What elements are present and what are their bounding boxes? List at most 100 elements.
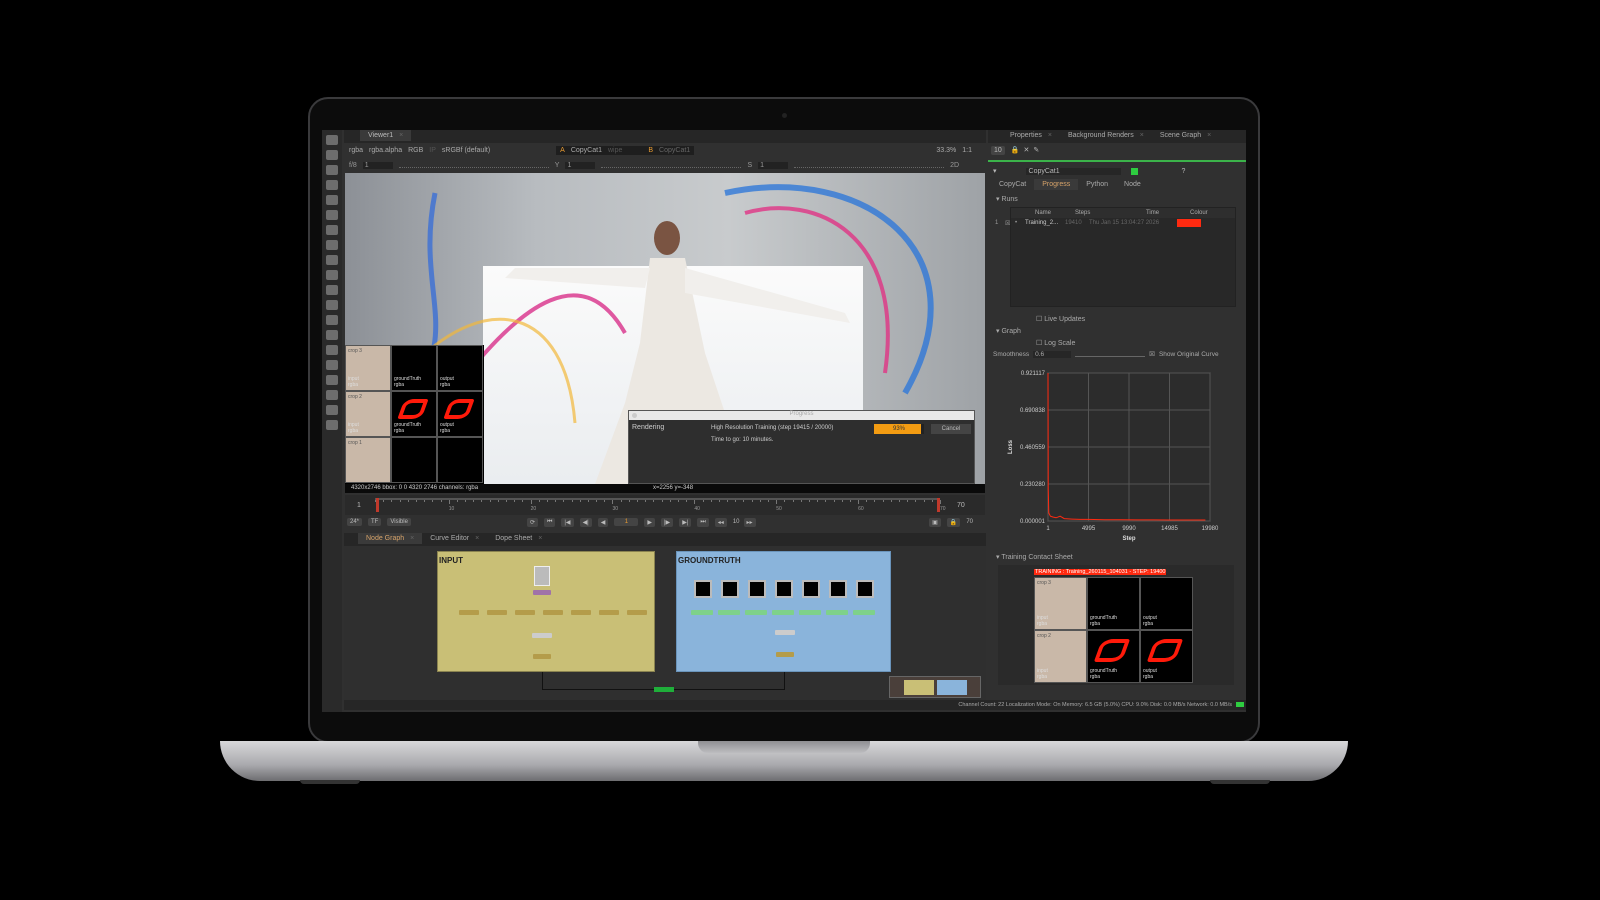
node[interactable]	[691, 610, 713, 615]
next-key-button[interactable]: ▶|	[679, 517, 692, 527]
node-graph-minimap[interactable]	[889, 676, 981, 698]
live-updates-checkbox[interactable]: ☐ Live Updates	[988, 307, 1246, 323]
box-tool-icon[interactable]	[326, 360, 338, 370]
brush-tool-icon[interactable]	[326, 345, 338, 355]
skip-forward-button[interactable]: ▸▸	[743, 517, 756, 527]
node[interactable]	[853, 610, 875, 615]
display-select[interactable]: RGB	[408, 147, 423, 154]
collapse-icon[interactable]: ▾	[993, 167, 997, 175]
clock-tool-icon[interactable]	[326, 165, 338, 175]
node[interactable]	[533, 654, 551, 659]
sat-field[interactable]: 1	[758, 161, 789, 169]
last-frame-button[interactable]: ⏭	[697, 517, 709, 527]
close-icon[interactable]: ×	[410, 535, 414, 542]
playhead[interactable]	[376, 498, 379, 512]
read-node[interactable]	[721, 580, 739, 598]
menu-tool-icon[interactable]	[326, 135, 338, 145]
node[interactable]	[745, 610, 767, 615]
step-field[interactable]: 10	[733, 519, 740, 525]
gamma-slider[interactable]	[601, 162, 742, 168]
col-name[interactable]: Name	[1035, 210, 1075, 216]
read-node[interactable]	[694, 580, 712, 598]
out-point-marker[interactable]	[937, 498, 940, 512]
smoothness-slider[interactable]	[1075, 352, 1146, 357]
tab-viewer1[interactable]: Viewer1 ×	[360, 130, 412, 141]
paint-tool-icon[interactable]	[326, 225, 338, 235]
prev-key-button[interactable]: |◀	[561, 517, 574, 527]
node[interactable]	[599, 610, 619, 615]
close-icon[interactable]: ×	[475, 535, 479, 542]
input-b-select[interactable]: CopyCat1	[659, 147, 690, 154]
tab-progress[interactable]: Progress	[1034, 179, 1079, 190]
lock-icon[interactable]: 🔒	[1011, 146, 1020, 154]
skip-back-button[interactable]: ◂◂	[714, 517, 727, 527]
sat-slider[interactable]	[794, 162, 945, 168]
gain-slider[interactable]	[398, 162, 549, 168]
move-tool-icon[interactable]	[326, 255, 338, 265]
alpha-select[interactable]: rgba.alpha	[369, 147, 402, 154]
tab-curve-editor[interactable]: Curve Editor ×	[422, 533, 487, 544]
tab-dope-sheet[interactable]: Dope Sheet ×	[487, 533, 550, 544]
first-frame-button[interactable]: ⏮	[543, 517, 556, 527]
fps-select[interactable]: 24*	[347, 518, 363, 526]
col-time[interactable]: Time	[1115, 210, 1190, 216]
backdrop-input[interactable]: INPUT	[437, 551, 655, 672]
visibility-icon[interactable]: •	[1015, 220, 1025, 226]
node[interactable]	[533, 590, 551, 595]
close-icon[interactable]: ×	[1048, 132, 1052, 139]
node-graph[interactable]: INPUT GROUNDTRUTH	[344, 546, 986, 700]
layers-tool-icon[interactable]	[326, 180, 338, 190]
tf-select[interactable]: TF	[368, 518, 382, 526]
close-dot[interactable]	[632, 413, 637, 418]
node[interactable]	[826, 610, 848, 615]
show-original-checkbox[interactable]: ☒	[1149, 350, 1155, 358]
pointer-tool-icon[interactable]	[326, 150, 338, 160]
wipe-select[interactable]: wipe	[608, 147, 622, 154]
close-icon[interactable]: ×	[399, 132, 403, 139]
tab-background-renders[interactable]: Background Renders ×	[1060, 130, 1152, 141]
node-color-button[interactable]	[1130, 167, 1138, 175]
cube-tool-icon[interactable]	[326, 270, 338, 280]
step-forward-button[interactable]: |▶	[661, 517, 674, 527]
node[interactable]	[718, 610, 740, 615]
node-name-field[interactable]: CopyCat1	[1025, 167, 1121, 175]
star-tool-icon[interactable]	[326, 390, 338, 400]
run-row[interactable]: 1 ☒ • Training_2... 19410 Thu Jan 15 13:…	[995, 218, 1235, 228]
merge-node[interactable]	[532, 633, 552, 638]
node-tool-icon[interactable]	[326, 405, 338, 415]
gear-tool-icon[interactable]	[326, 375, 338, 385]
smoothness-field[interactable]: 0.6	[1033, 350, 1072, 358]
zoom-select[interactable]: 33.3%	[936, 147, 956, 154]
ratio-select[interactable]: 1:1	[962, 147, 972, 154]
read-node[interactable]	[748, 580, 766, 598]
circle-tool-icon[interactable]	[326, 210, 338, 220]
tab-properties[interactable]: Properties ×	[1002, 130, 1060, 141]
clear-icon[interactable]: ✕	[1024, 146, 1030, 154]
current-frame-field[interactable]: 1	[614, 518, 639, 526]
gain-field[interactable]: 1	[362, 161, 393, 169]
eye-tool-icon[interactable]	[326, 315, 338, 325]
read-node[interactable]	[802, 580, 820, 598]
visible-select[interactable]: Visible	[387, 518, 411, 526]
checkbox-icon[interactable]: ☒	[1005, 220, 1015, 227]
info-tool-icon[interactable]	[326, 300, 338, 310]
read-node[interactable]	[829, 580, 847, 598]
play-backward-button[interactable]: ◀	[597, 517, 609, 527]
tab-node[interactable]: Node	[1116, 179, 1149, 190]
channels-select[interactable]: rgba	[349, 147, 363, 154]
timeline[interactable]: 1 10 20 30 40 50 60 70 70	[345, 495, 985, 515]
particles-tool-icon[interactable]	[326, 285, 338, 295]
node[interactable]	[459, 610, 479, 615]
input-a-select[interactable]: CopyCat1	[571, 147, 602, 154]
backdrop-groundtruth[interactable]: GROUNDTRUTH	[676, 551, 891, 672]
lut-select[interactable]: sRGBf (default)	[442, 147, 490, 154]
col-colour[interactable]: Colour	[1190, 210, 1208, 216]
copycat-node[interactable]	[654, 687, 674, 692]
step-back-button[interactable]: ◀|	[579, 517, 592, 527]
lock-icon[interactable]: 🔒	[946, 517, 961, 527]
tab-python[interactable]: Python	[1078, 179, 1116, 190]
max-panels-field[interactable]: 10	[991, 145, 1005, 155]
node[interactable]	[776, 652, 794, 657]
read-node[interactable]	[775, 580, 793, 598]
edit-icon[interactable]: ✎	[1033, 146, 1039, 154]
